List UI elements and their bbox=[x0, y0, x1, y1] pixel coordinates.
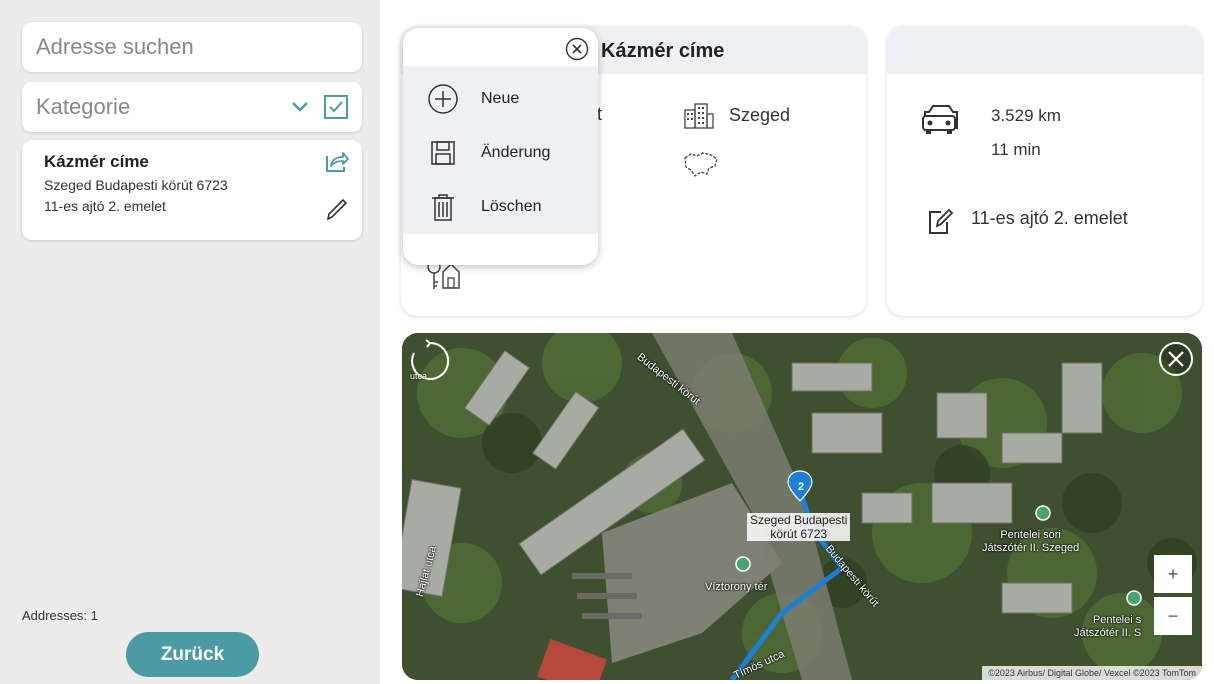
left-panel: Kategorie Kázmér címe Szeged Budapesti k… bbox=[0, 0, 380, 684]
map-pin-number: 2 bbox=[798, 481, 805, 493]
back-button[interactable]: Zurück bbox=[126, 632, 259, 677]
map-poi-label-playground-2: Pentelei s Játszótér II. S bbox=[1074, 614, 1141, 640]
search-input[interactable] bbox=[36, 34, 362, 60]
plus-circle-icon bbox=[427, 83, 459, 115]
map-close-icon[interactable] bbox=[1158, 341, 1194, 377]
addresses-count: Addresses: 1 bbox=[22, 608, 98, 623]
save-icon bbox=[427, 137, 459, 169]
route-distance: 3.529 km bbox=[991, 106, 1061, 125]
menu-item-delete-label: Löschen bbox=[481, 198, 542, 215]
car-icon bbox=[921, 104, 961, 136]
city-building-icon bbox=[683, 102, 715, 130]
zoom-out-button[interactable]: − bbox=[1154, 597, 1192, 635]
trash-icon bbox=[427, 191, 459, 223]
category-filter[interactable]: Kategorie bbox=[22, 82, 362, 132]
menu-item-change-label: Änderung bbox=[481, 144, 551, 161]
close-icon[interactable] bbox=[565, 37, 589, 61]
menu-item-change[interactable]: Änderung bbox=[403, 126, 598, 180]
checkmark-icon bbox=[329, 101, 343, 113]
map-copyright: ©2023 Airbus/ Digital Globe/ Vexcel ©202… bbox=[982, 666, 1202, 680]
category-checkbox[interactable] bbox=[324, 95, 348, 119]
chevron-down-icon[interactable] bbox=[288, 95, 312, 119]
search-box[interactable] bbox=[22, 22, 362, 72]
address-card-title: Kázmér címe bbox=[44, 152, 149, 171]
note-edit-icon bbox=[925, 206, 955, 236]
region-map-icon bbox=[681, 150, 721, 180]
map-poi-label-playground-2-line1: Pentelei s bbox=[1092, 614, 1142, 626]
route-card-header bbox=[887, 26, 1202, 74]
map-pin-label-line1: Szeged Budapesti bbox=[750, 513, 848, 527]
address-card[interactable]: Kázmér címe Szeged Budapesti körút 6723 … bbox=[22, 140, 362, 240]
edit-pencil-icon[interactable] bbox=[324, 196, 350, 222]
menu-item-delete[interactable]: Löschen bbox=[403, 180, 598, 234]
menu-item-new-label: Neue bbox=[481, 90, 520, 107]
compass-icon[interactable]: utca bbox=[408, 339, 452, 383]
actions-popup-menu: Neue Änderung Löschen bbox=[403, 28, 598, 265]
zoom-in-button[interactable]: + bbox=[1154, 555, 1192, 593]
menu-item-new[interactable]: Neue bbox=[403, 72, 598, 126]
address-card-door: 11-es ajtó 2. emelet bbox=[44, 198, 166, 214]
compass-label: utca bbox=[410, 371, 428, 381]
category-label: Kategorie bbox=[36, 94, 131, 119]
map-poi-label-playground: Pentelei sori Játszótér II. Szeged bbox=[982, 529, 1079, 555]
map-poi-label-playground-line1: Pentelei sori bbox=[1000, 529, 1061, 541]
map-pin-label-line2: körút 6723 bbox=[770, 527, 828, 541]
map-pin-label: Szeged Budapesti körút 6723 bbox=[747, 513, 851, 541]
details-title: Kázmér címe bbox=[601, 40, 725, 62]
address-card-street: Szeged Budapesti körút 6723 bbox=[44, 177, 228, 193]
route-note: 11-es ajtó 2. emelet bbox=[971, 208, 1128, 228]
route-time: 11 min bbox=[991, 140, 1041, 159]
map-poi-label-playground-line2: Játszótér II. Szeged bbox=[982, 542, 1080, 554]
share-icon[interactable] bbox=[324, 148, 350, 174]
map-poi-label-playground-2-line2: Játszótér II. S bbox=[1074, 627, 1142, 639]
map-poi-label-water-tower: Víztorony tér bbox=[705, 581, 768, 593]
details-city: Szeged bbox=[729, 105, 791, 125]
map-view[interactable]: 2 Szeged Budapesti körút 6723 Budapesti … bbox=[402, 333, 1202, 680]
route-info-card: 3.529 km 11 min 11-es ajtó 2. emelet bbox=[887, 26, 1202, 316]
